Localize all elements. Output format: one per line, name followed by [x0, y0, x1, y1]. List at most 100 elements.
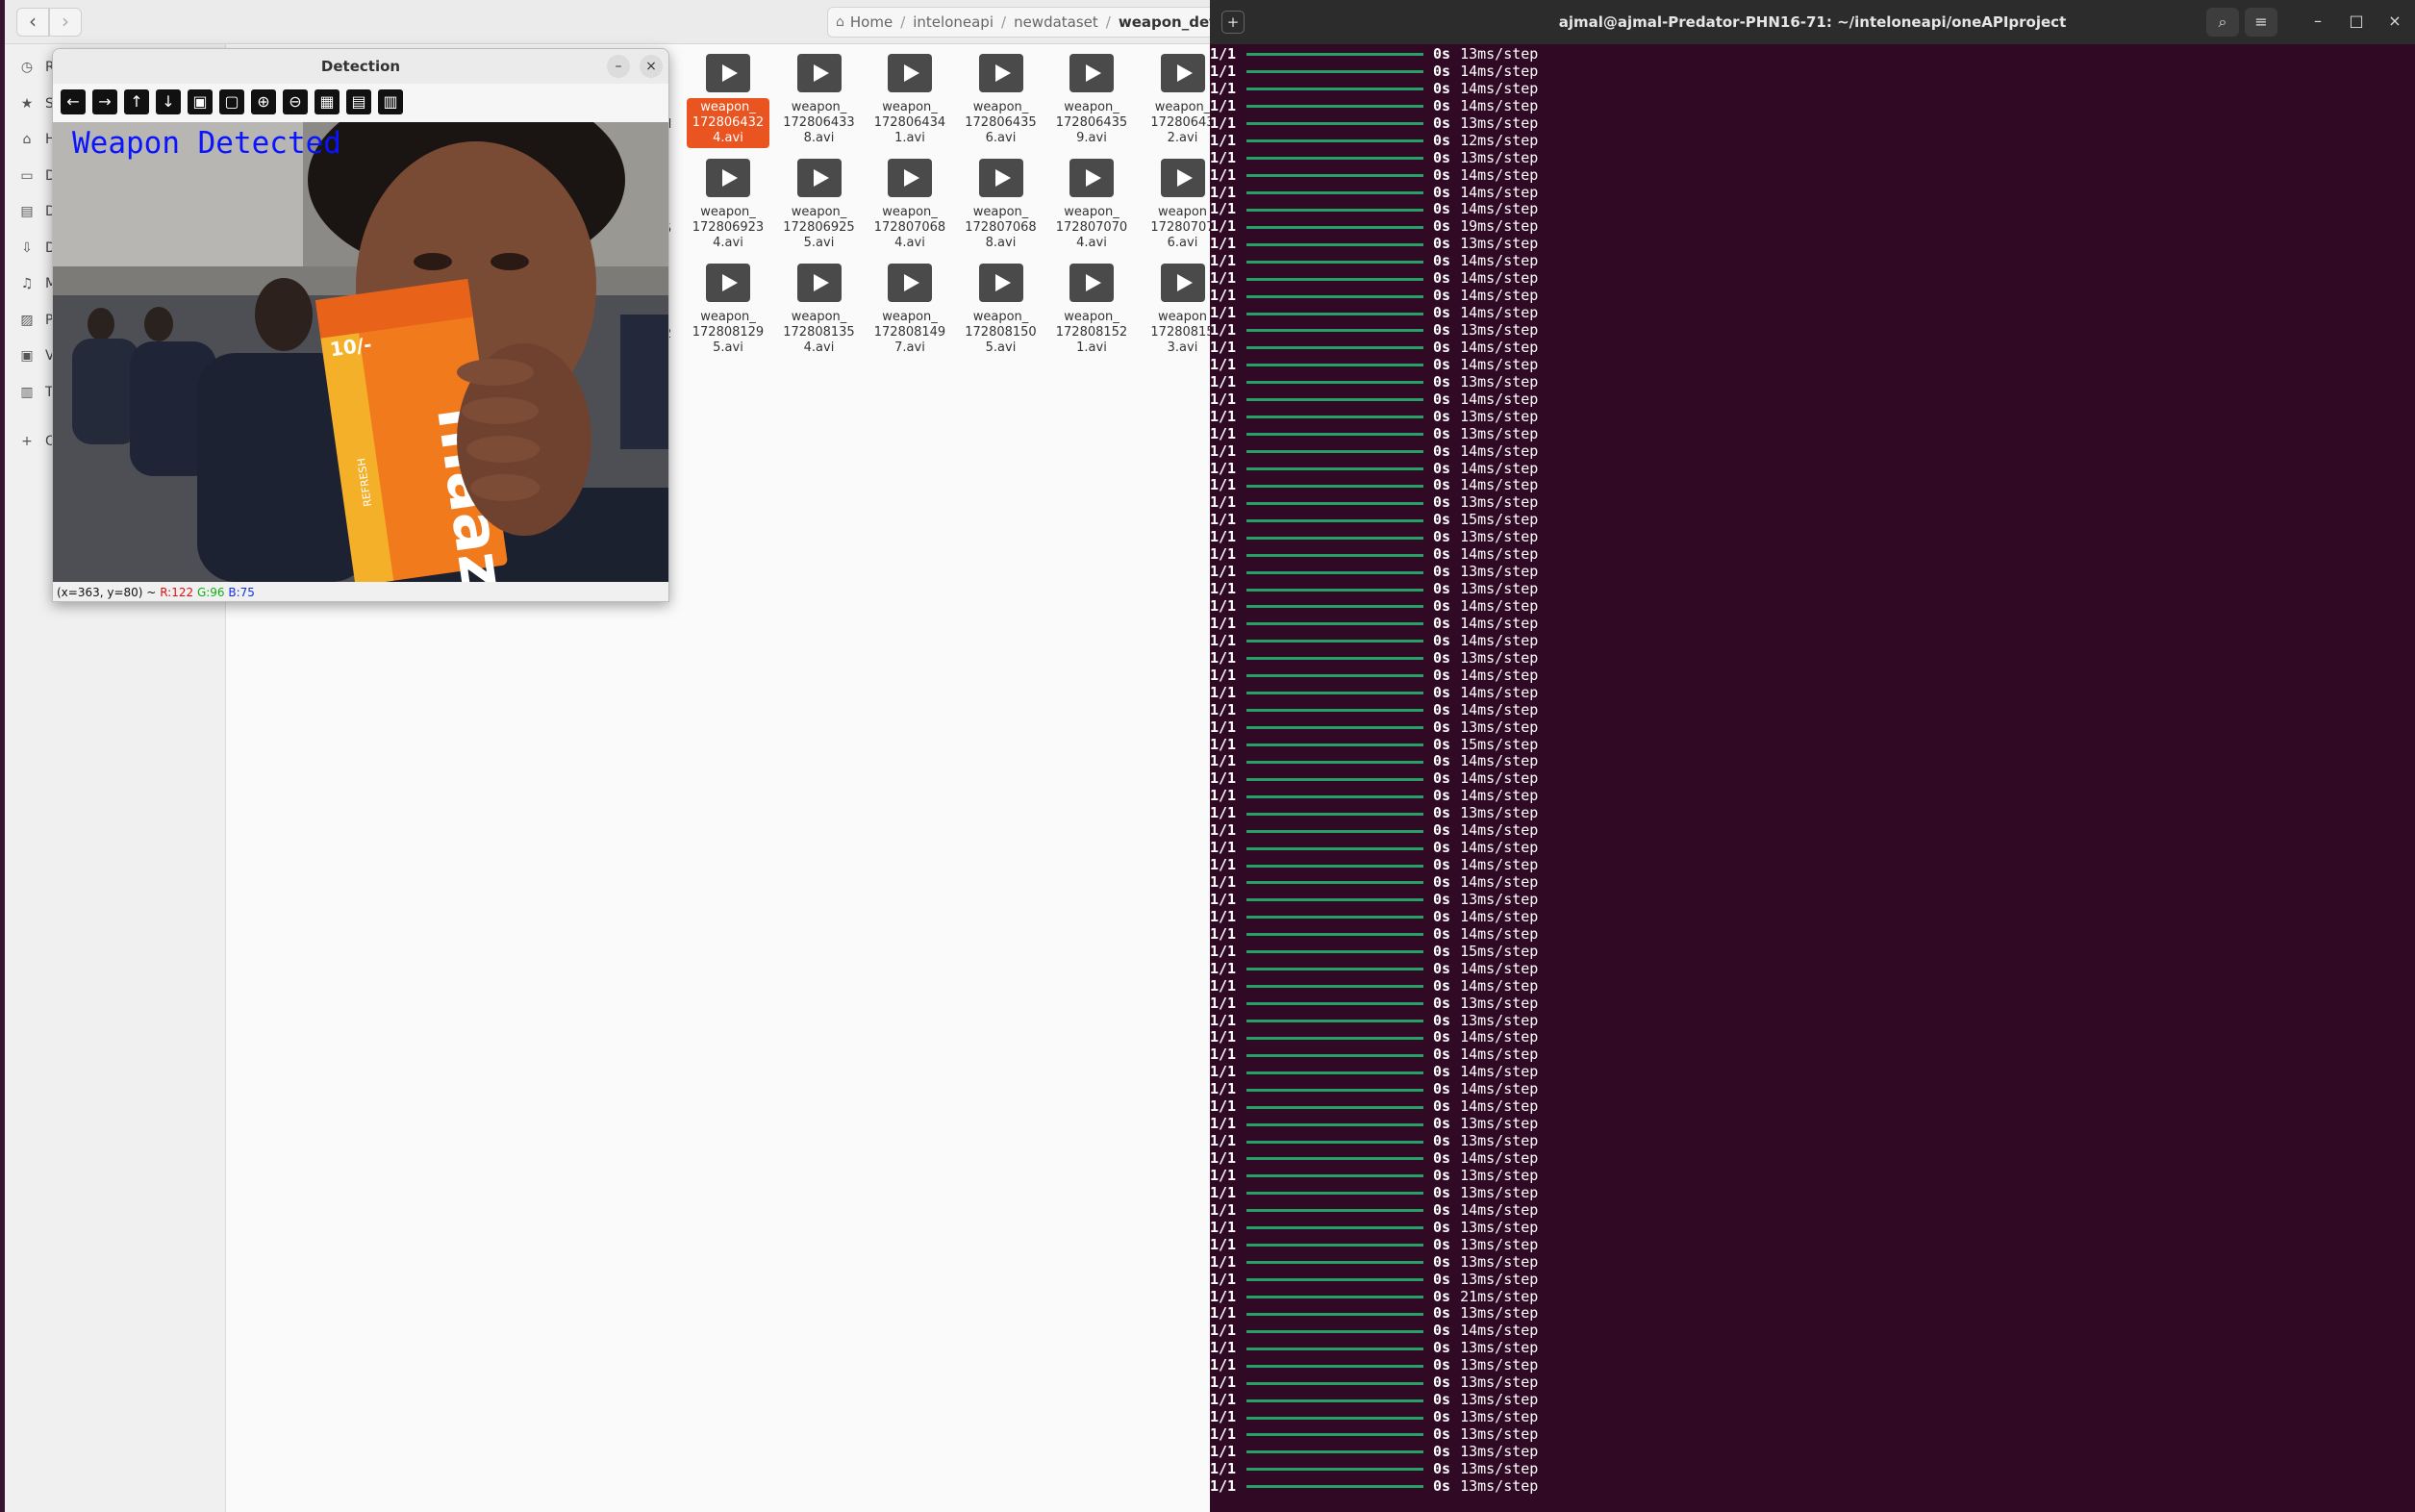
sidebar-item[interactable]: ▤ D	[18, 200, 55, 223]
back-button[interactable]: ‹	[16, 8, 49, 37]
properties-icon[interactable]: ▥	[378, 89, 403, 114]
breadcrumb-current[interactable]: weapon_dete	[1119, 13, 1220, 31]
step-count: 1/1	[1210, 131, 1237, 149]
progress-bar	[1246, 450, 1423, 454]
step-count: 1/1	[1210, 1408, 1237, 1426]
sidebar-item[interactable]: ▣ V	[18, 344, 54, 367]
progress-bar	[1246, 588, 1423, 592]
time-per-step: 15ms/step	[1460, 942, 1539, 960]
progress-bar	[1246, 105, 1423, 109]
elapsed-time: 0s	[1433, 1028, 1451, 1046]
file-item[interactable]: weapon_ 172807068 4.avi	[868, 155, 951, 255]
minimize-button[interactable]: –	[607, 55, 630, 78]
sidebar-item[interactable]: ⌂ H	[18, 128, 56, 151]
terminal-line: 1/1 0s 19ms/step	[1210, 217, 2415, 236]
progress-bar	[1246, 53, 1423, 57]
forward-button[interactable]: ›	[49, 8, 82, 37]
sidebar-item[interactable]: + O	[18, 430, 56, 453]
elapsed-time: 0s	[1433, 1476, 1451, 1495]
file-item[interactable]: weapon_ 172806432 4.avi	[687, 50, 769, 150]
clock-icon: ◷	[20, 60, 34, 75]
step-count: 1/1	[1210, 338, 1237, 356]
terminal-line: 1/1 0s 13ms/step	[1210, 580, 2415, 598]
time-per-step: 14ms/step	[1460, 304, 1539, 322]
new-tab-icon[interactable]: +	[1221, 11, 1245, 34]
sidebar-item[interactable]: ⇩ D	[18, 237, 56, 260]
terminal-line: 1/1 0s 14ms/step	[1210, 269, 2415, 288]
close-button[interactable]: ×	[2383, 10, 2406, 33]
progress-bar	[1246, 1209, 1423, 1213]
file-item[interactable]: weapon_ 172808152 1.avi	[1050, 260, 1133, 360]
search-icon[interactable]: ⌕	[2206, 8, 2239, 37]
terminal-line: 1/1 0s 13ms/step	[1210, 891, 2415, 909]
progress-bar	[1246, 1071, 1423, 1074]
file-item[interactable]: weapon_ 172806433 8.avi	[778, 50, 861, 150]
detection-window: Detection – × ← → ↑ ↓ ▣ ▢ ⊕ ⊖ ▦ ▤ ▥ 10/-…	[52, 48, 669, 602]
step-count: 1/1	[1210, 787, 1237, 805]
time-per-step: 13ms/step	[1460, 1218, 1539, 1236]
maximize-button[interactable]: □	[2345, 10, 2368, 33]
close-button[interactable]: ×	[640, 55, 663, 78]
sidebar-item[interactable]: ▭ D	[18, 164, 55, 188]
elapsed-time: 0s	[1433, 683, 1451, 701]
step-count: 1/1	[1210, 493, 1237, 512]
progress-bar	[1246, 916, 1423, 920]
terminal-output[interactable]: 1/1 0s 13ms/step 1/1 0s 14ms/step 1/1 0s 14ms/st…	[1210, 45, 2415, 1512]
elapsed-time: 0s	[1433, 563, 1451, 581]
arrow-left-icon[interactable]: ←	[61, 89, 86, 114]
elapsed-time: 0s	[1433, 1391, 1451, 1409]
zoom-out-icon[interactable]: ⊖	[283, 89, 308, 114]
arrow-right-icon[interactable]: →	[92, 89, 117, 114]
zoom-fit-icon[interactable]: ▣	[188, 89, 213, 114]
time-per-step: 13ms/step	[1460, 1476, 1539, 1495]
terminal-window: ajmal@ajmal-Predator-PHN16-71: ~/intelon…	[1210, 0, 2415, 1512]
elapsed-time: 0s	[1433, 1115, 1451, 1133]
file-item[interactable]: weapon_ 172808135 4.avi	[778, 260, 861, 360]
file-item[interactable]: weapon_ 172806435 9.avi	[1050, 50, 1133, 150]
terminal-line: 1/1 0s 14ms/step	[1210, 166, 2415, 185]
arrow-down-icon[interactable]: ↓	[156, 89, 181, 114]
terminal-line: 1/1 0s 14ms/step	[1210, 63, 2415, 81]
zoom-actual-icon[interactable]: ▢	[219, 89, 244, 114]
file-item[interactable]: weapon_ 172808149 7.avi	[868, 260, 951, 360]
file-item[interactable]: weapon_ 172807068 8.avi	[960, 155, 1043, 255]
minimize-button[interactable]: –	[2306, 10, 2329, 33]
terminal-line: 1/1 0s 13ms/step	[1210, 1339, 2415, 1357]
breadcrumb-inteloneapi[interactable]: inteloneapi	[913, 13, 994, 31]
file-item[interactable]: weapon_ 172808150 5.avi	[960, 260, 1043, 360]
file-item[interactable]: weapon_ 172806434 1.avi	[868, 50, 951, 150]
step-count: 1/1	[1210, 113, 1237, 132]
copy-icon[interactable]: ▤	[346, 89, 371, 114]
cursor-coordinates: (x=363, y=80) ~	[57, 586, 157, 599]
time-per-step: 14ms/step	[1460, 79, 1539, 97]
zoom-in-icon[interactable]: ⊕	[251, 89, 276, 114]
videos-icon: ▣	[20, 348, 34, 364]
time-per-step: 13ms/step	[1460, 1391, 1539, 1409]
file-item[interactable]: weapon_ 172806923 4.avi	[687, 155, 769, 255]
desktop: ‹ › ⌂ Home / inteloneapi / newdataset / …	[0, 0, 2415, 1512]
save-icon[interactable]: ▦	[314, 89, 340, 114]
time-per-step: 14ms/step	[1460, 597, 1539, 615]
file-item[interactable]: weapon_ 172808129 5.avi	[687, 260, 769, 360]
file-name: weapon_ 172808135 4.avi	[783, 310, 855, 355]
menu-icon[interactable]: ≡	[2245, 8, 2277, 37]
progress-bar	[1246, 1312, 1423, 1316]
video-file-icon	[978, 54, 1023, 92]
file-item[interactable]: weapon_ 172806925 5.avi	[778, 155, 861, 255]
detection-window-title[interactable]: Detection	[53, 49, 668, 84]
progress-bar	[1246, 536, 1423, 540]
breadcrumb[interactable]: ⌂ Home / inteloneapi / newdataset / weap…	[827, 7, 1221, 38]
time-per-step: 13ms/step	[1460, 407, 1539, 425]
terminal-line: 1/1 0s 15ms/step	[1210, 942, 2415, 961]
time-per-step: 13ms/step	[1460, 1373, 1539, 1392]
terminal-line: 1/1 0s 13ms/step	[1210, 1425, 2415, 1444]
arrow-up-icon[interactable]: ↑	[124, 89, 149, 114]
step-count: 1/1	[1210, 976, 1237, 995]
file-item[interactable]: weapon_ 172807070 4.avi	[1050, 155, 1133, 255]
terminal-line: 1/1 0s 13ms/step	[1210, 1373, 2415, 1392]
file-name: weapon_ 172808152 1.avi	[1055, 310, 1128, 355]
terminal-line: 1/1 0s 14ms/step	[1210, 701, 2415, 719]
breadcrumb-home[interactable]: Home	[850, 13, 893, 31]
breadcrumb-newdataset[interactable]: newdataset	[1014, 13, 1098, 31]
file-item[interactable]: weapon_ 172806435 6.avi	[960, 50, 1043, 150]
